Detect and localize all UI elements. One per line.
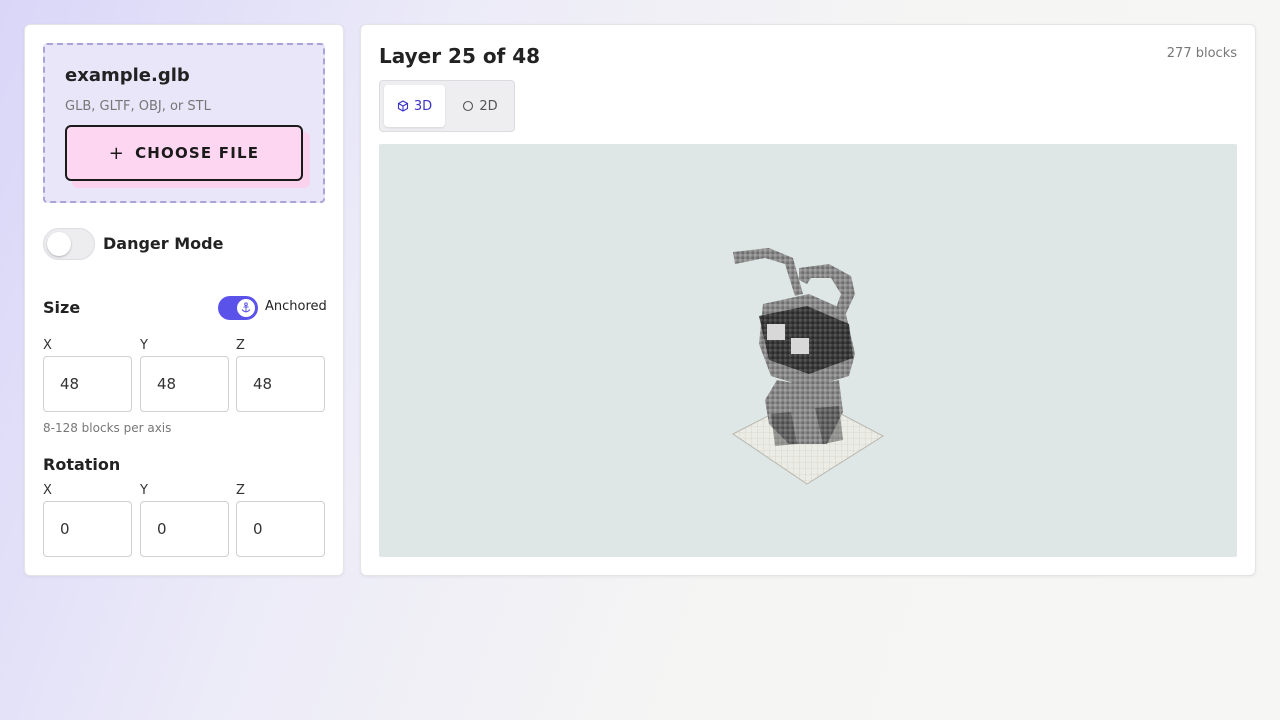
tab-2d[interactable]: 2D xyxy=(450,85,510,127)
robot-head xyxy=(759,294,855,388)
file-drop-zone[interactable]: example.glb GLB, GLTF, OBJ, or STL + CHO… xyxy=(43,43,325,203)
tab-3d-label: 3D xyxy=(413,98,433,114)
rotation-y-label: Y xyxy=(140,483,148,498)
3d-viewport[interactable] xyxy=(379,144,1237,557)
size-help-text: 8-128 blocks per axis xyxy=(43,421,172,435)
block-count: 277 blocks xyxy=(1166,46,1237,61)
rotation-title: Rotation xyxy=(43,455,121,474)
file-name: example.glb xyxy=(65,65,190,86)
size-z-input[interactable] xyxy=(236,356,325,412)
anchor-icon xyxy=(237,299,255,317)
size-title: Size xyxy=(43,298,81,317)
tab-3d[interactable]: 3D xyxy=(384,85,445,127)
rotation-z-label: Z xyxy=(236,483,245,498)
voxel-model xyxy=(732,248,884,485)
plus-icon: + xyxy=(108,142,126,164)
cube-icon xyxy=(397,100,409,112)
anchored-label: Anchored xyxy=(265,299,327,314)
rotation-x-label: X xyxy=(43,483,52,498)
toggle-knob xyxy=(47,232,71,256)
size-x-label: X xyxy=(43,338,52,353)
file-format-hint: GLB, GLTF, OBJ, or STL xyxy=(65,99,211,114)
view-mode-tabs: 3D 2D xyxy=(379,80,515,132)
robot-body xyxy=(765,380,843,446)
size-y-label: Y xyxy=(140,338,148,353)
viewer-panel: Layer 25 of 48 277 blocks 3D 2D xyxy=(360,24,1256,576)
circle-icon xyxy=(462,100,474,112)
rotation-z-input[interactable] xyxy=(236,501,325,557)
choose-file-label: CHOOSE FILE xyxy=(135,144,260,162)
tab-2d-label: 2D xyxy=(479,98,498,114)
size-x-input[interactable] xyxy=(43,356,132,412)
choose-file-wrapper: + CHOOSE FILE xyxy=(65,125,310,188)
danger-mode-toggle[interactable] xyxy=(43,228,95,260)
size-z-label: Z xyxy=(236,338,245,353)
layer-title: Layer 25 of 48 xyxy=(379,44,541,68)
choose-file-button[interactable]: + CHOOSE FILE xyxy=(65,125,303,181)
size-y-input[interactable] xyxy=(140,356,229,412)
rotation-y-input[interactable] xyxy=(140,501,229,557)
anchored-toggle[interactable] xyxy=(218,296,258,320)
danger-mode-label: Danger Mode xyxy=(103,234,224,253)
rotation-x-input[interactable] xyxy=(43,501,132,557)
settings-panel: example.glb GLB, GLTF, OBJ, or STL + CHO… xyxy=(24,24,344,576)
